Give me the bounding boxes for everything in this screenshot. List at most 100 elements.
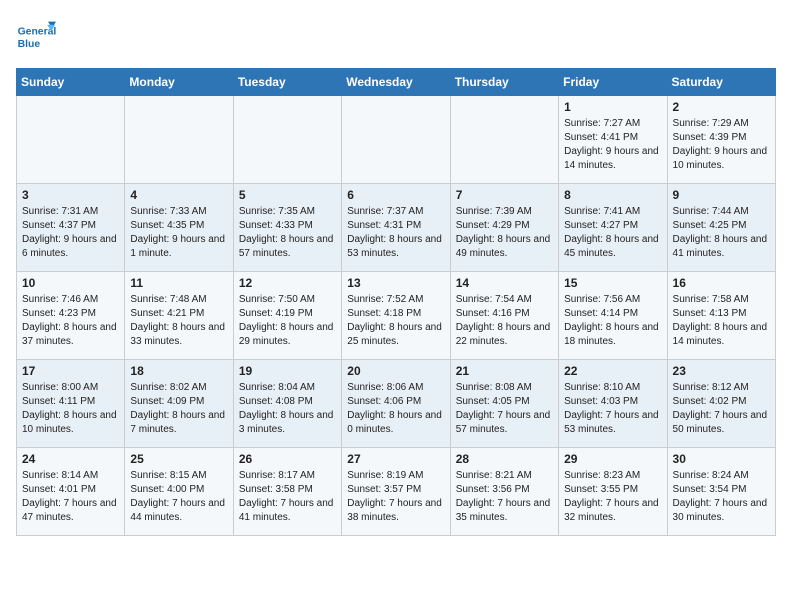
calendar-cell: 20Sunrise: 8:06 AM Sunset: 4:06 PM Dayli… xyxy=(342,360,450,448)
calendar-cell: 15 Sunrise: 7:56 AM Sunset: 4:14 PM Dayli… xyxy=(559,272,667,360)
calendar-cell: 19 Sunrise: 8:04 AM Sunset: 4:08 PM Dayli… xyxy=(233,360,341,448)
day-number: 5 xyxy=(239,188,336,202)
calendar-header: SundayMondayTuesdayWednesdayThursdayFrid… xyxy=(17,69,776,96)
day-info: Sunrise: 7:39 AM Sunset: 4:29 PM Dayligh… xyxy=(456,205,553,261)
day-number: 6 xyxy=(347,188,444,202)
day-info: Sunrise: 8:04 AM Sunset: 4:08 PM Dayligh… xyxy=(239,381,336,437)
day-info: Sunrise: 8:24 AM Sunset: 3:54 PM Dayligh… xyxy=(673,469,770,525)
day-number: 24 xyxy=(22,452,119,466)
calendar-cell xyxy=(450,96,558,184)
day-number: 16 xyxy=(673,276,770,290)
day-info: Sunrise: 7:50 AM Sunset: 4:19 PM Dayligh… xyxy=(239,293,336,349)
day-info: Sunrise: 7:56 AM Sunset: 4:14 PM Dayligh… xyxy=(564,293,661,349)
day-number: 11 xyxy=(130,276,227,290)
calendar-cell: 1 Sunrise: 7:27 AM Sunset: 4:41 PM Daylig… xyxy=(559,96,667,184)
day-number: 25 xyxy=(130,452,227,466)
day-header-saturday: Saturday xyxy=(667,69,775,96)
week-row-5: 24 Sunrise: 8:14 AM Sunset: 4:01 PM Dayli… xyxy=(17,448,776,536)
header: General Blue xyxy=(16,16,776,56)
day-number: 30 xyxy=(673,452,770,466)
calendar-cell: 3 Sunrise: 7:31 AM Sunset: 4:37 PM Daylig… xyxy=(17,184,125,272)
day-info: Sunrise: 7:35 AM Sunset: 4:33 PM Dayligh… xyxy=(239,205,336,261)
calendar-cell: 2 Sunrise: 7:29 AM Sunset: 4:39 PM Daylig… xyxy=(667,96,775,184)
day-number: 17 xyxy=(22,364,119,378)
day-number: 7 xyxy=(456,188,553,202)
calendar-cell: 29 Sunrise: 8:23 AM Sunset: 3:55 PM Dayli… xyxy=(559,448,667,536)
calendar-cell: 30 Sunrise: 8:24 AM Sunset: 3:54 PM Dayli… xyxy=(667,448,775,536)
day-number: 22 xyxy=(564,364,661,378)
day-number: 9 xyxy=(673,188,770,202)
day-info: Sunrise: 8:17 AM Sunset: 3:58 PM Dayligh… xyxy=(239,469,336,525)
day-number: 29 xyxy=(564,452,661,466)
day-info: Sunrise: 8:14 AM Sunset: 4:01 PM Dayligh… xyxy=(22,469,119,525)
day-info: Sunrise: 8:00 AM Sunset: 4:11 PM Dayligh… xyxy=(22,381,119,437)
calendar-cell xyxy=(125,96,233,184)
day-number: 12 xyxy=(239,276,336,290)
day-number: 3 xyxy=(22,188,119,202)
calendar-cell: 25Sunrise: 8:15 AM Sunset: 4:00 PM Dayli… xyxy=(125,448,233,536)
day-info: Sunrise: 7:58 AM Sunset: 4:13 PM Dayligh… xyxy=(673,293,770,349)
calendar-body: 1 Sunrise: 7:27 AM Sunset: 4:41 PM Daylig… xyxy=(17,96,776,536)
day-info: Sunrise: 7:33 AM Sunset: 4:35 PM Dayligh… xyxy=(130,205,227,261)
day-number: 18 xyxy=(130,364,227,378)
calendar-cell: 4Sunrise: 7:33 AM Sunset: 4:35 PM Daylig… xyxy=(125,184,233,272)
day-info: Sunrise: 8:08 AM Sunset: 4:05 PM Dayligh… xyxy=(456,381,553,437)
day-info: Sunrise: 7:27 AM Sunset: 4:41 PM Dayligh… xyxy=(564,117,661,173)
week-row-3: 10 Sunrise: 7:46 AM Sunset: 4:23 PM Dayli… xyxy=(17,272,776,360)
calendar-cell: 16 Sunrise: 7:58 AM Sunset: 4:13 PM Dayli… xyxy=(667,272,775,360)
calendar-cell: 23Sunrise: 8:12 AM Sunset: 4:02 PM Dayli… xyxy=(667,360,775,448)
week-row-2: 3 Sunrise: 7:31 AM Sunset: 4:37 PM Daylig… xyxy=(17,184,776,272)
day-info: Sunrise: 8:02 AM Sunset: 4:09 PM Dayligh… xyxy=(130,381,227,437)
calendar-cell: 21 Sunrise: 8:08 AM Sunset: 4:05 PM Dayli… xyxy=(450,360,558,448)
day-info: Sunrise: 7:31 AM Sunset: 4:37 PM Dayligh… xyxy=(22,205,119,261)
day-info: Sunrise: 7:41 AM Sunset: 4:27 PM Dayligh… xyxy=(564,205,661,261)
day-header-monday: Monday xyxy=(125,69,233,96)
calendar-cell: 17 Sunrise: 8:00 AM Sunset: 4:11 PM Dayli… xyxy=(17,360,125,448)
calendar-cell: 6 Sunrise: 7:37 AM Sunset: 4:31 PM Daylig… xyxy=(342,184,450,272)
calendar-cell: 10 Sunrise: 7:46 AM Sunset: 4:23 PM Dayli… xyxy=(17,272,125,360)
day-info: Sunrise: 7:37 AM Sunset: 4:31 PM Dayligh… xyxy=(347,205,444,261)
calendar-cell xyxy=(17,96,125,184)
day-info: Sunrise: 7:46 AM Sunset: 4:23 PM Dayligh… xyxy=(22,293,119,349)
logo-svg: General Blue xyxy=(16,16,56,56)
day-number: 15 xyxy=(564,276,661,290)
day-number: 2 xyxy=(673,100,770,114)
week-row-1: 1 Sunrise: 7:27 AM Sunset: 4:41 PM Daylig… xyxy=(17,96,776,184)
calendar-cell: 13 Sunrise: 7:52 AM Sunset: 4:18 PM Dayli… xyxy=(342,272,450,360)
day-header-thursday: Thursday xyxy=(450,69,558,96)
calendar-cell xyxy=(342,96,450,184)
day-header-tuesday: Tuesday xyxy=(233,69,341,96)
day-header-sunday: Sunday xyxy=(17,69,125,96)
day-info: Sunrise: 7:52 AM Sunset: 4:18 PM Dayligh… xyxy=(347,293,444,349)
svg-text:Blue: Blue xyxy=(18,39,41,50)
calendar-cell xyxy=(233,96,341,184)
logo: General Blue xyxy=(16,16,56,56)
day-number: 10 xyxy=(22,276,119,290)
day-number: 1 xyxy=(564,100,661,114)
day-number: 8 xyxy=(564,188,661,202)
day-number: 21 xyxy=(456,364,553,378)
day-info: Sunrise: 7:54 AM Sunset: 4:16 PM Dayligh… xyxy=(456,293,553,349)
day-info: Sunrise: 7:29 AM Sunset: 4:39 PM Dayligh… xyxy=(673,117,770,173)
calendar-cell: 11 Sunrise: 7:48 AM Sunset: 4:21 PM Dayli… xyxy=(125,272,233,360)
day-number: 13 xyxy=(347,276,444,290)
calendar-table: SundayMondayTuesdayWednesdayThursdayFrid… xyxy=(16,68,776,536)
day-header-friday: Friday xyxy=(559,69,667,96)
day-number: 23 xyxy=(673,364,770,378)
day-number: 26 xyxy=(239,452,336,466)
calendar-cell: 7 Sunrise: 7:39 AM Sunset: 4:29 PM Daylig… xyxy=(450,184,558,272)
day-number: 27 xyxy=(347,452,444,466)
day-number: 20 xyxy=(347,364,444,378)
calendar-cell: 27Sunrise: 8:19 AM Sunset: 3:57 PM Dayli… xyxy=(342,448,450,536)
calendar-cell: 12 Sunrise: 7:50 AM Sunset: 4:19 PM Dayli… xyxy=(233,272,341,360)
calendar-cell: 9 Sunrise: 7:44 AM Sunset: 4:25 PM Daylig… xyxy=(667,184,775,272)
day-number: 28 xyxy=(456,452,553,466)
calendar-cell: 8 Sunrise: 7:41 AM Sunset: 4:27 PM Daylig… xyxy=(559,184,667,272)
day-info: Sunrise: 7:48 AM Sunset: 4:21 PM Dayligh… xyxy=(130,293,227,349)
day-number: 19 xyxy=(239,364,336,378)
calendar-cell: 26 Sunrise: 8:17 AM Sunset: 3:58 PM Dayli… xyxy=(233,448,341,536)
day-info: Sunrise: 7:44 AM Sunset: 4:25 PM Dayligh… xyxy=(673,205,770,261)
calendar-cell: 5 Sunrise: 7:35 AM Sunset: 4:33 PM Daylig… xyxy=(233,184,341,272)
day-info: Sunrise: 8:23 AM Sunset: 3:55 PM Dayligh… xyxy=(564,469,661,525)
day-header-wednesday: Wednesday xyxy=(342,69,450,96)
